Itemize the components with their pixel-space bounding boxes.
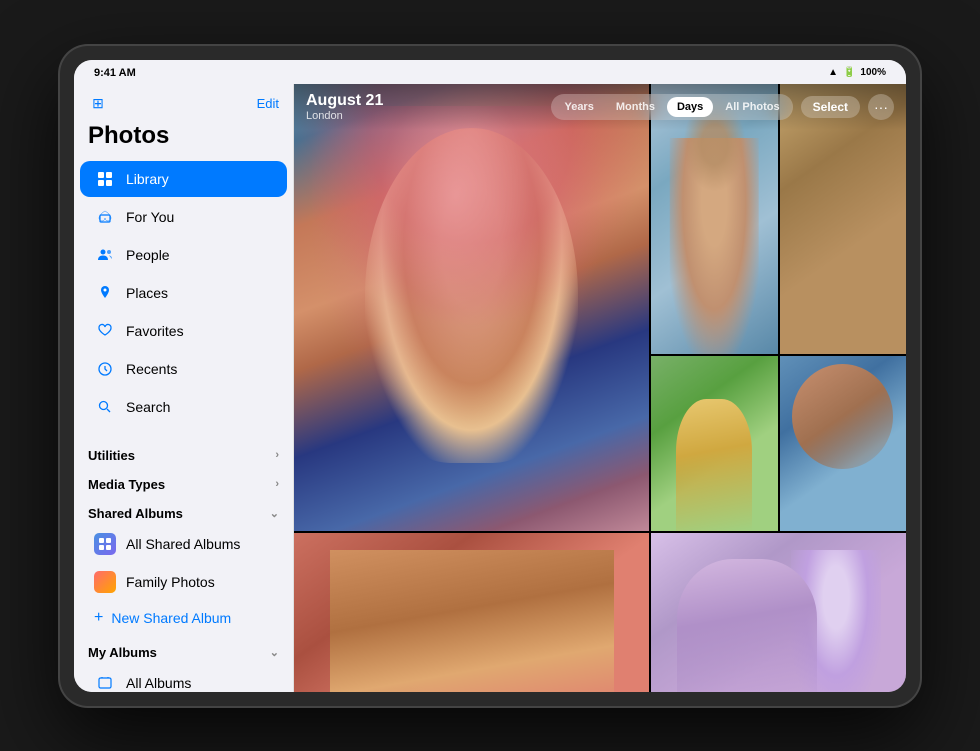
sidebar-title: Photos [74, 120, 293, 160]
new-shared-album-label: New Shared Album [111, 610, 231, 626]
status-bar: 9:41 AM ▲ 🔋 100% [74, 60, 906, 84]
shared-albums-chevron: ⌄ [270, 507, 279, 520]
people-label: People [126, 247, 170, 263]
status-time: 9:41 AM [94, 67, 136, 79]
photo-cell-6[interactable] [780, 356, 907, 531]
battery-icon: 🔋 [843, 67, 855, 78]
places-icon [94, 282, 116, 304]
section-utilities[interactable]: Utilities › [74, 438, 293, 467]
sidebar-item-people[interactable]: People [80, 237, 287, 273]
recents-icon [94, 358, 116, 380]
places-label: Places [126, 285, 168, 301]
all-shared-albums-label: All Shared Albums [126, 536, 240, 552]
utilities-chevron: › [275, 449, 279, 461]
family-photos-thumb [94, 571, 116, 593]
media-types-label: Media Types [88, 477, 165, 492]
for-you-icon [94, 206, 116, 228]
filter-all-photos[interactable]: All Photos [715, 97, 789, 117]
section-media-types[interactable]: Media Types › [74, 467, 293, 496]
utilities-label: Utilities [88, 448, 135, 463]
my-albums-label: My Albums [88, 645, 157, 660]
family-photos-label: Family Photos [126, 574, 215, 590]
select-button[interactable]: Select [801, 96, 860, 118]
status-right: ▲ 🔋 100% [828, 67, 886, 78]
people-icon [94, 244, 116, 266]
sidebar-item-recents[interactable]: Recents [80, 351, 287, 387]
photo-location: London [306, 110, 383, 122]
library-label: Library [126, 171, 169, 187]
photo-grid [294, 84, 906, 692]
time-filter-group: Years Months Days All Photos [551, 94, 792, 120]
sidebar-item-places[interactable]: Places [80, 275, 287, 311]
photo-cell-5[interactable] [651, 356, 778, 531]
sidebar-item-for-you[interactable]: For You [80, 199, 287, 235]
ipad-frame: 9:41 AM ▲ 🔋 100% ⊞ Edit Photos [60, 46, 920, 706]
sidebar-header: ⊞ Edit [74, 94, 293, 120]
new-shared-album-button[interactable]: + New Shared Album [80, 602, 287, 634]
photo-controls: Years Months Days All Photos Select ··· [551, 94, 894, 120]
battery-level: 100% [860, 67, 886, 78]
filter-months[interactable]: Months [606, 97, 665, 117]
all-shared-albums-thumb [94, 533, 116, 555]
all-albums-label: All Albums [126, 675, 191, 691]
sidebar-item-library[interactable]: Library [80, 161, 287, 197]
edit-button[interactable]: Edit [257, 96, 279, 111]
sidebar-item-search[interactable]: Search [80, 389, 287, 425]
favorites-label: Favorites [126, 323, 184, 339]
ipad-screen: 9:41 AM ▲ 🔋 100% ⊞ Edit Photos [74, 60, 906, 692]
photo-cell-main[interactable] [294, 84, 649, 531]
library-icon [94, 168, 116, 190]
filter-days[interactable]: Days [667, 97, 713, 117]
photo-topbar: August 21 London Years Months Days All P… [294, 84, 906, 130]
sidebar-item-all-shared-albums[interactable]: All Shared Albums [80, 526, 287, 562]
filter-years[interactable]: Years [554, 97, 603, 117]
favorites-icon [94, 320, 116, 342]
photo-main: August 21 London Years Months Days All P… [294, 84, 906, 692]
for-you-label: For You [126, 209, 174, 225]
sidebar-toggle-icon[interactable]: ⊞ [88, 94, 108, 114]
sidebar: ⊞ Edit Photos Library [74, 84, 294, 692]
sidebar-item-favorites[interactable]: Favorites [80, 313, 287, 349]
my-albums-chevron: ⌄ [270, 646, 279, 659]
sidebar-item-all-albums[interactable]: All Albums [80, 665, 287, 692]
media-types-chevron: › [275, 478, 279, 490]
photo-cell-9[interactable] [651, 533, 906, 692]
search-icon [94, 396, 116, 418]
plus-icon: + [94, 609, 103, 627]
photo-cell-4[interactable] [294, 533, 649, 692]
wifi-icon: ▲ [828, 67, 838, 78]
more-button[interactable]: ··· [868, 94, 894, 120]
search-label: Search [126, 399, 170, 415]
sidebar-item-family-photos[interactable]: Family Photos [80, 564, 287, 600]
photo-date: August 21 [306, 92, 383, 110]
app-content: ⊞ Edit Photos Library [74, 84, 906, 692]
section-my-albums[interactable]: My Albums ⌄ [74, 635, 293, 664]
all-albums-icon [94, 672, 116, 692]
photo-date-location: August 21 London [306, 92, 383, 122]
section-shared-albums[interactable]: Shared Albums ⌄ [74, 496, 293, 525]
shared-albums-label: Shared Albums [88, 506, 183, 521]
recents-label: Recents [126, 361, 177, 377]
